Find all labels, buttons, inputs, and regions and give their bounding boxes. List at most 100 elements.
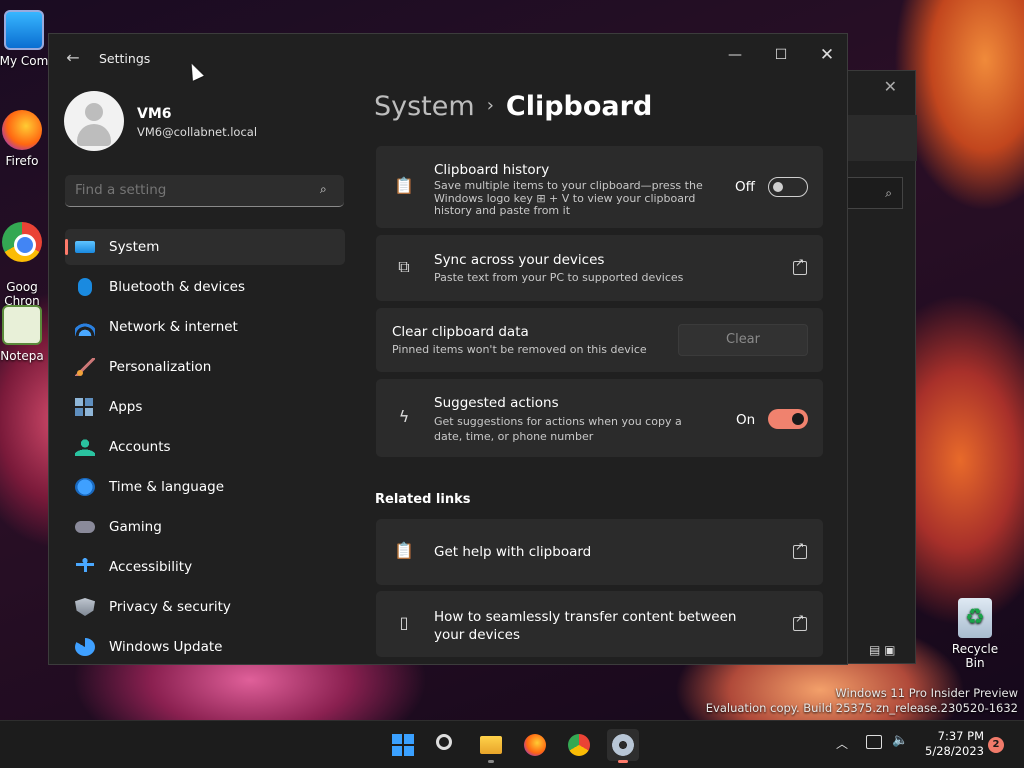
taskbar-search-button[interactable] (431, 729, 463, 761)
chevron-up-icon[interactable]: ︿ (836, 735, 848, 752)
settings-gear-icon (612, 734, 634, 756)
desktop-icon-label: Firefo (5, 154, 39, 168)
sidebar-item-label: Time & language (109, 479, 225, 495)
card-description: Pinned items won't be removed on this de… (392, 343, 647, 356)
sidebar-item-network-internet[interactable]: Network & internet (65, 309, 345, 345)
clipboard-history-card: 📋 Clipboard history Save multiple items … (376, 146, 823, 228)
title-bar[interactable]: ← Settings — ☐ ✕ (49, 34, 847, 80)
search-input[interactable] (75, 182, 305, 198)
close-icon: ✕ (819, 45, 835, 65)
card-title: Suggested actions (434, 395, 559, 411)
sidebar-item-label: Accessibility (109, 559, 193, 575)
sidebar-item-gaming[interactable]: Gaming (65, 509, 345, 545)
sync-devices-card[interactable]: ⧉ Sync across your devices Paste text fr… (376, 235, 823, 301)
minimize-button[interactable]: — (712, 40, 758, 70)
sidebar-item-accounts[interactable]: Accounts (65, 429, 345, 465)
clipboard-history-toggle[interactable] (768, 177, 808, 197)
sidebar-item-label: Accounts (109, 439, 171, 455)
desktop-icon-recycle-bin[interactable]: ♻ Recycle Bin (942, 598, 1008, 670)
related-links-heading: Related links (375, 492, 471, 507)
sidebar-item-privacy-security[interactable]: Privacy & security (65, 589, 345, 625)
globe-clock-icon (75, 478, 95, 496)
maximize-button[interactable]: ☐ (758, 40, 804, 70)
chrome-icon (2, 222, 42, 262)
back-button[interactable]: ← (63, 48, 83, 68)
sidebar-item-label: Apps (109, 399, 143, 415)
search-box[interactable]: ⌕ (65, 175, 344, 207)
sidebar-item-windows-update[interactable]: Windows Update (65, 629, 345, 664)
file-explorer-icon (480, 736, 502, 754)
desktop-icon-label: Recycle Bin (951, 642, 999, 670)
user-profile[interactable]: VM6 VM6@collabnet.local (64, 91, 364, 153)
network-icon[interactable] (866, 735, 882, 749)
start-button[interactable] (387, 729, 419, 761)
search-icon[interactable]: ⌕ (847, 177, 903, 209)
desktop-icon-label: My Com (0, 54, 49, 68)
sidebar-item-system[interactable]: System (65, 229, 345, 265)
firefox-icon (2, 110, 42, 150)
sidebar-nav: System Bluetooth & devices Network & int… (65, 229, 345, 664)
card-description: Paste text from your PC to supported dev… (434, 271, 684, 284)
search-icon (436, 734, 452, 750)
shield-icon (75, 598, 95, 616)
view-toggle-icon[interactable]: ▤ ▣ (869, 643, 896, 657)
arrow-left-icon: ← (66, 48, 80, 67)
card-title: Sync across your devices (434, 252, 605, 268)
update-icon (75, 638, 95, 656)
sidebar-item-personalization[interactable]: Personalization (65, 349, 345, 385)
desktop-icon-notepad[interactable]: Notepa (0, 305, 54, 363)
help-clipboard-link[interactable]: 📋 Get help with clipboard (376, 519, 823, 585)
search-icon[interactable]: ⌕ (320, 182, 334, 196)
taskbar-file-explorer[interactable] (475, 729, 507, 763)
window-title: Settings (99, 51, 151, 66)
system-clock[interactable]: 7:37 PM 5/28/2023 (920, 729, 984, 759)
page-title: Clipboard (505, 91, 653, 122)
desktop-icon-label: Notepa (0, 349, 44, 363)
open-external-icon (793, 540, 807, 559)
taskbar-chrome[interactable] (563, 729, 595, 761)
profile-email: VM6@collabnet.local (137, 125, 258, 139)
background-window[interactable]: ✕ ⌕ ▤ ▣ (846, 70, 917, 664)
account-icon (75, 438, 95, 456)
minimize-icon: — (728, 47, 742, 63)
volume-icon[interactable]: 🔈 (892, 733, 908, 748)
desktop-icon-label: Goog Chron (4, 280, 40, 308)
breadcrumb-parent[interactable]: System (374, 91, 475, 122)
taskbar-settings[interactable] (607, 729, 639, 763)
sidebar-item-label: Privacy & security (109, 599, 231, 615)
avatar-body (77, 124, 111, 146)
close-icon[interactable]: ✕ (884, 77, 897, 96)
sidebar-item-bluetooth-devices[interactable]: Bluetooth & devices (65, 269, 345, 305)
clipboard-sync-icon: ⧉ (398, 257, 410, 276)
desktop-icon-firefox[interactable]: Firefo (0, 110, 54, 168)
start-icon (392, 734, 414, 756)
open-external-icon (793, 256, 807, 275)
desktop-icon-chrome[interactable]: Goog Chron (0, 208, 54, 308)
notification-badge[interactable]: 2 (988, 737, 1004, 753)
card-description: Save multiple items to your clipboard—pr… (434, 179, 703, 217)
taskbar-firefox[interactable] (519, 729, 551, 761)
sidebar-item-time-language[interactable]: Time & language (65, 469, 345, 505)
clipboard-list-icon: 📋 (394, 541, 414, 560)
chrome-icon (568, 734, 590, 756)
sidebar-item-label: Windows Update (109, 639, 223, 655)
chevron-right-icon: › (486, 95, 494, 116)
avatar-head (85, 103, 103, 121)
sidebar-item-apps[interactable]: Apps (65, 389, 345, 425)
clear-clipboard-card: Clear clipboard data Pinned items won't … (376, 308, 823, 372)
sidebar-item-label: Personalization (109, 359, 212, 375)
computer-icon (4, 10, 44, 50)
card-title: Clear clipboard data (392, 324, 529, 340)
close-button[interactable]: ✕ (804, 40, 847, 70)
watermark-line: Evaluation copy. Build 25375.zn_release.… (705, 701, 1018, 715)
sidebar-item-accessibility[interactable]: Accessibility (65, 549, 345, 585)
clipboard-icon: ▯ (399, 613, 409, 632)
card-description: Get suggestions for actions when you cop… (434, 415, 682, 443)
clear-button[interactable]: Clear (678, 324, 808, 356)
sidebar-item-label: Network & internet (109, 319, 238, 335)
brush-icon (75, 358, 95, 376)
suggested-actions-toggle[interactable] (768, 409, 808, 429)
gamepad-icon (75, 521, 95, 533)
transfer-content-link[interactable]: ▯ How to seamlessly transfer content bet… (376, 591, 823, 657)
sidebar-item-label: Gaming (109, 519, 162, 535)
